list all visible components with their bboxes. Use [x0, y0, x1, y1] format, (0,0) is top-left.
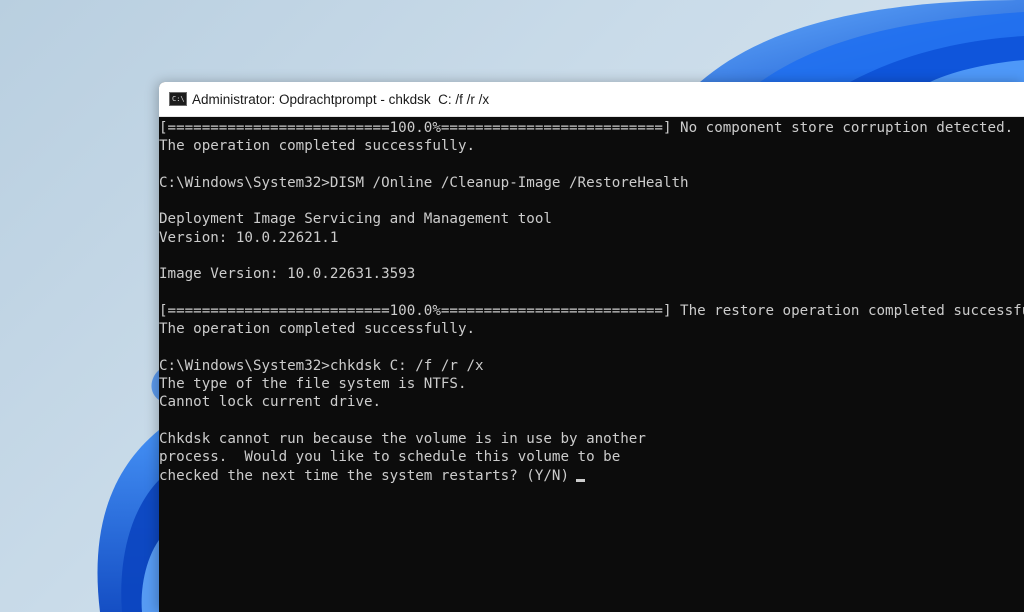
- console-line: Version: 10.0.22621.1: [159, 229, 339, 246]
- console-line: process. Would you like to schedule this…: [159, 449, 621, 466]
- console-line: The type of the file system is NTFS.: [159, 376, 467, 393]
- console-line: [==========================100.0%=======…: [159, 120, 1014, 136]
- console-line: C:\Windows\System32>chkdsk C: /f /r /x: [159, 357, 484, 374]
- console-line: C:\Windows\System32>DISM /Online /Cleanu…: [159, 174, 689, 191]
- console-line: Image Version: 10.0.22631.3593: [159, 266, 416, 283]
- command-prompt-icon: C:\: [169, 92, 187, 106]
- console-line: The operation completed successfully.: [159, 321, 476, 338]
- title-bar[interactable]: C:\ Administrator: Opdrachtprompt - chkd…: [159, 82, 1024, 117]
- console-line: Chkdsk cannot run because the volume is …: [159, 431, 646, 448]
- console-output[interactable]: [==========================100.0%=======…: [159, 118, 1024, 612]
- window-title: Administrator: Opdrachtprompt - chkdsk C…: [192, 91, 490, 107]
- console-line: Cannot lock current drive.: [159, 394, 382, 411]
- console-line: Deployment Image Servicing and Managemen…: [159, 211, 552, 228]
- command-prompt-window[interactable]: C:\ Administrator: Opdrachtprompt - chkd…: [159, 82, 1024, 612]
- console-prompt-text: checked the next time the system restart…: [159, 467, 569, 484]
- console-line: The operation completed successfully.: [159, 138, 476, 155]
- console-prompt-line[interactable]: checked the next time the system restart…: [159, 467, 1024, 485]
- console-line: [==========================100.0%=======…: [159, 302, 1024, 319]
- text-cursor[interactable]: [576, 478, 585, 482]
